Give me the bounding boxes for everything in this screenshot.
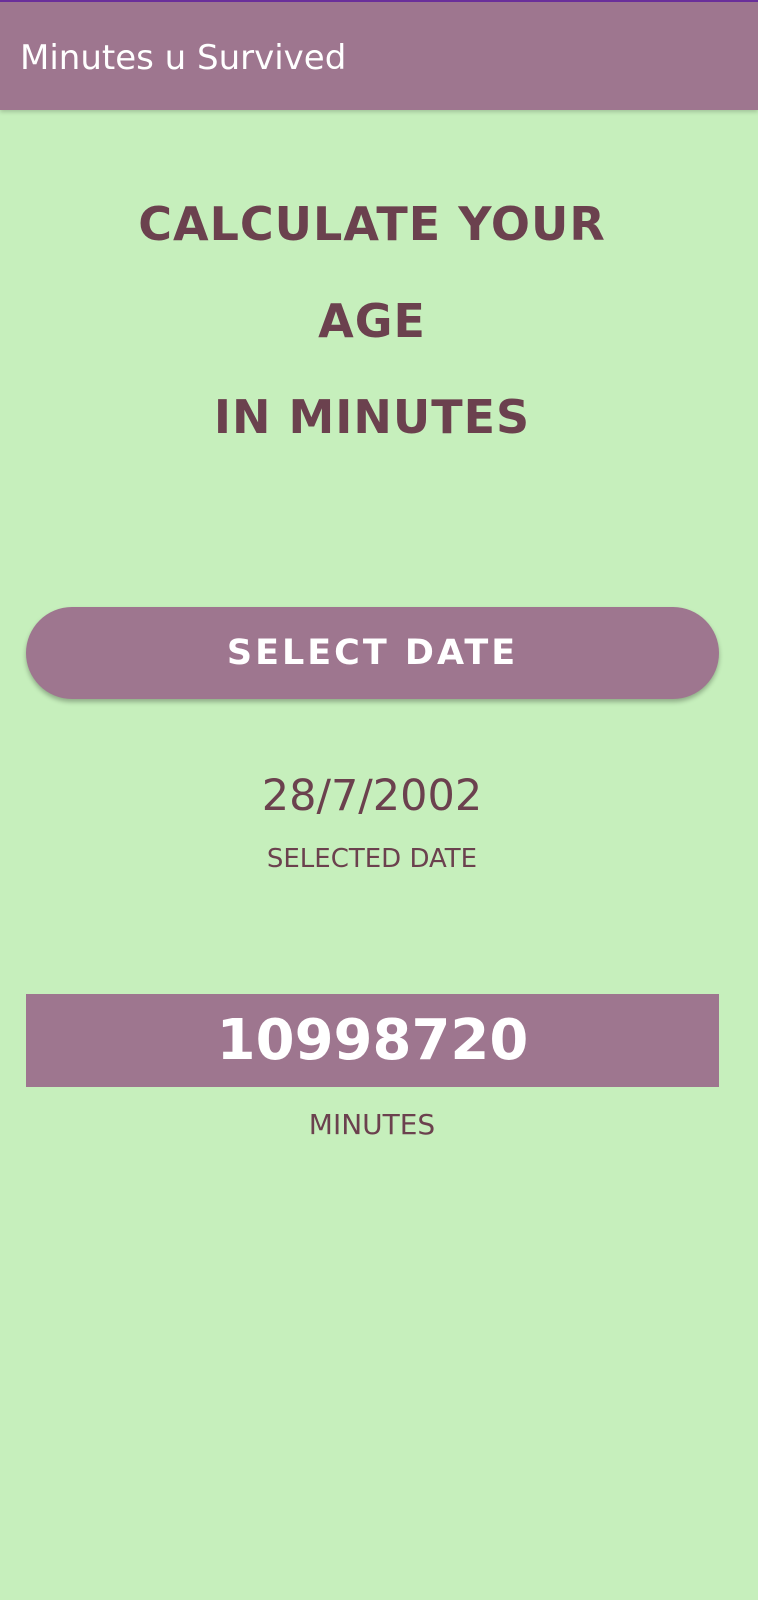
selected-date-caption: SELECTED DATE: [266, 844, 478, 874]
app-title: Minutes u Survived: [20, 38, 347, 78]
minutes-result-value: 10998720: [216, 1008, 529, 1073]
select-date-button-label: SELECT DATE: [226, 633, 519, 673]
headline-line-2: AGE: [318, 294, 426, 348]
minutes-result-box: 10998720: [26, 994, 719, 1087]
selected-date-value: 28/7/2002: [261, 771, 483, 821]
select-date-button[interactable]: SELECT DATE: [26, 607, 719, 699]
headline-line-1: CALCULATE YOUR: [138, 197, 606, 251]
headline-line-3: IN MINUTES: [213, 390, 531, 444]
app-bar: Minutes u Survived: [0, 0, 758, 110]
minutes-caption: MINUTES: [308, 1108, 436, 1141]
